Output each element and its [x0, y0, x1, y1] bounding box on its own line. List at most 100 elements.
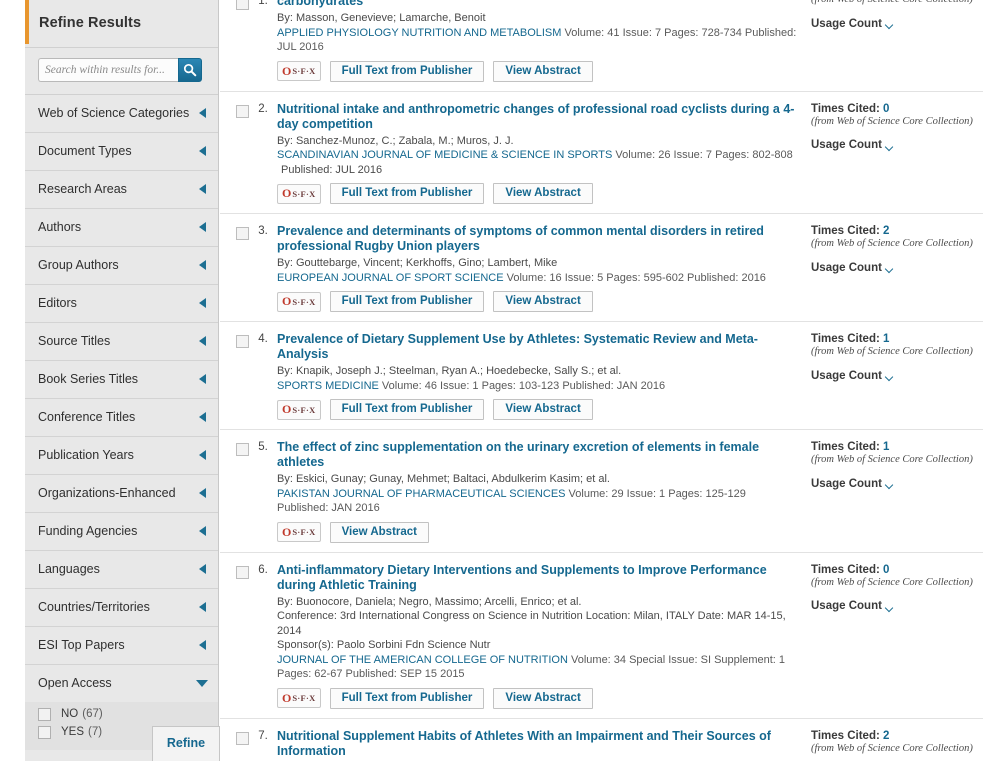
record-source-title[interactable]: EUROPEAN JOURNAL OF SPORT SCIENCE [277, 272, 504, 284]
chevron-left-icon [199, 640, 206, 650]
times-cited: Times Cited: 2 [811, 729, 977, 743]
facet-organizations-enhanced[interactable]: Organizations-Enhanced [25, 475, 218, 513]
record-citation-panel: Times Cited: 0 (from Web of Science Core … [805, 92, 983, 214]
record-title-link[interactable]: Prevalence and determinants of symptoms … [277, 224, 797, 254]
full-text-from-publisher-button[interactable]: Full Text from Publisher [329, 60, 485, 82]
sfx-link-icon[interactable]: O S·F·X [277, 399, 321, 420]
chevron-down-icon [886, 482, 894, 487]
facet-document-types[interactable]: Document Types [25, 133, 218, 171]
facet-esi-top-papers[interactable]: ESI Top Papers [25, 627, 218, 665]
sfx-link-icon[interactable]: O S·F·X [277, 688, 321, 708]
facet-funding-agencies[interactable]: Funding Agencies [25, 513, 218, 551]
view-abstract-button[interactable]: View Abstract [493, 399, 593, 420]
facet-open-access[interactable]: Open Access [25, 665, 218, 702]
record-checkbox[interactable] [236, 227, 249, 240]
usage-count-toggle[interactable]: Usage Count [811, 600, 894, 612]
orange-accent-bar [25, 0, 29, 44]
facet-research-areas[interactable]: Research Areas [25, 171, 218, 209]
times-cited-source: (from Web of Science Core Collection) [811, 576, 973, 588]
facet-label: Source Titles [38, 334, 111, 348]
record-title-link[interactable]: Anti-inflammatory Dietary Interventions … [277, 563, 797, 593]
times-cited-count-link[interactable]: 0 [883, 103, 889, 115]
times-cited: Times Cited: 2 [811, 224, 977, 238]
record-checkbox[interactable] [236, 565, 249, 579]
sfx-o-glyph: O [282, 690, 292, 705]
record-source-title[interactable]: APPLIED PHYSIOLOGY NUTRITION AND METABOL… [277, 27, 561, 39]
sfx-link-icon[interactable]: O S·F·X [277, 291, 321, 312]
record-source-title[interactable]: JOURNAL OF THE AMERICAN COLLEGE OF NUTRI… [277, 654, 568, 666]
checkbox-open-access-yes[interactable] [38, 725, 51, 739]
facet-label: Research Areas [38, 182, 127, 196]
facet-authors[interactable]: Authors [25, 209, 218, 247]
facet-group-authors[interactable]: Group Authors [25, 247, 218, 285]
record-checkbox[interactable] [236, 335, 249, 348]
record-authors: By: Masson, Genevieve; Lamarche, Benoit [277, 12, 486, 24]
sfx-text: S·F·X [292, 188, 316, 199]
facet-editors[interactable]: Editors [25, 285, 218, 323]
record-citation-panel: Times Cited: 1 (from Web of Science Core … [805, 322, 983, 429]
facet-label: Document Types [38, 144, 132, 158]
record-number: 7. [258, 729, 268, 742]
refine-button[interactable]: Refine [152, 726, 220, 761]
times-cited-count-link[interactable]: 2 [883, 730, 889, 742]
view-abstract-button[interactable]: View Abstract [493, 291, 593, 312]
facet-countries-territories[interactable]: Countries/Territories [25, 589, 218, 627]
sfx-o-glyph: O [282, 294, 292, 308]
record-title-link[interactable]: The effect of zinc supplementation on th… [277, 440, 797, 470]
usage-count-toggle[interactable]: Usage Count [811, 139, 894, 151]
facet-languages[interactable]: Languages [25, 551, 218, 589]
sfx-link-icon[interactable]: O S·F·X [277, 61, 321, 81]
record-source-title[interactable]: SCANDINAVIAN JOURNAL OF MEDICINE & SCIEN… [277, 149, 612, 161]
full-text-from-publisher-button[interactable]: Full Text from Publisher [329, 183, 485, 204]
view-abstract-button[interactable]: View Abstract [493, 183, 593, 204]
record-source-title[interactable]: PAKISTAN JOURNAL OF PHARMACEUTICAL SCIEN… [277, 488, 566, 500]
open-access-option-no[interactable]: NO (67) [25, 706, 218, 722]
record-title-link[interactable]: Prevalence of Dietary Supplement Use by … [277, 332, 797, 362]
chevron-down-icon [196, 680, 208, 687]
record-title-link[interactable]: carbohydrates [277, 0, 797, 9]
search-submit-button[interactable] [178, 58, 202, 82]
times-cited-count-link[interactable]: 1 [883, 441, 889, 453]
search-within-results-input[interactable] [38, 58, 178, 82]
times-cited-count-link[interactable]: 2 [883, 225, 889, 237]
record-source-details: Volume: 16 Issue: 5 Pages: 595-602 Publi… [503, 271, 766, 284]
full-text-from-publisher-button[interactable]: Full Text from Publisher [329, 687, 485, 709]
sfx-o-glyph: O [282, 186, 292, 200]
search-icon [183, 63, 197, 77]
facet-conference-titles[interactable]: Conference Titles [25, 399, 218, 437]
usage-count-toggle[interactable]: Usage Count [811, 18, 894, 30]
times-cited-count-link[interactable]: 1 [883, 333, 889, 345]
record-source-title[interactable]: SPORTS MEDICINE [277, 380, 379, 392]
checkbox-open-access-no[interactable] [38, 707, 51, 721]
full-text-from-publisher-button[interactable]: Full Text from Publisher [329, 291, 485, 312]
times-cited-count-link[interactable]: 0 [883, 564, 889, 576]
facet-publication-years[interactable]: Publication Years [25, 437, 218, 475]
usage-count-toggle[interactable]: Usage Count [811, 478, 894, 490]
full-text-from-publisher-button[interactable]: Full Text from Publisher [329, 399, 485, 420]
view-abstract-button[interactable]: View Abstract [493, 687, 593, 709]
chevron-left-icon [199, 564, 206, 574]
record-title-link[interactable]: Nutritional Supplement Habits of Athlete… [277, 729, 797, 759]
view-abstract-button[interactable]: View Abstract [493, 60, 593, 82]
record-title-link[interactable]: Nutritional intake and anthropometric ch… [277, 102, 797, 132]
facet-book-series-titles[interactable]: Book Series Titles [25, 361, 218, 399]
record-source-line: PAKISTAN JOURNAL OF PHARMACEUTICAL SCIEN… [277, 487, 797, 516]
usage-count-toggle[interactable]: Usage Count [811, 370, 894, 382]
record-checkbox[interactable] [236, 0, 249, 10]
chevron-down-icon [886, 22, 894, 27]
facet-source-titles[interactable]: Source Titles [25, 323, 218, 361]
result-record: 4. Prevalence of Dietary Supplement Use b… [220, 322, 983, 430]
chevron-left-icon [199, 108, 206, 118]
chevron-down-icon [886, 605, 894, 610]
record-checkbox[interactable] [236, 731, 249, 745]
record-checkbox[interactable] [236, 443, 249, 456]
usage-count-label: Usage Count [811, 600, 882, 612]
record-checkbox[interactable] [236, 104, 249, 118]
sfx-link-icon[interactable]: O S·F·X [277, 522, 321, 542]
usage-count-toggle[interactable]: Usage Count [811, 262, 894, 274]
facet-web-of-science-categories[interactable]: Web of Science Categories [25, 95, 218, 133]
refine-results-sidebar: Refine Results Web of Science Categories… [25, 0, 220, 761]
sfx-link-icon[interactable]: O S·F·X [277, 183, 321, 204]
times-cited-source: (from Web of Science Core Collection) [811, 346, 973, 357]
view-abstract-button[interactable]: View Abstract [329, 521, 429, 543]
